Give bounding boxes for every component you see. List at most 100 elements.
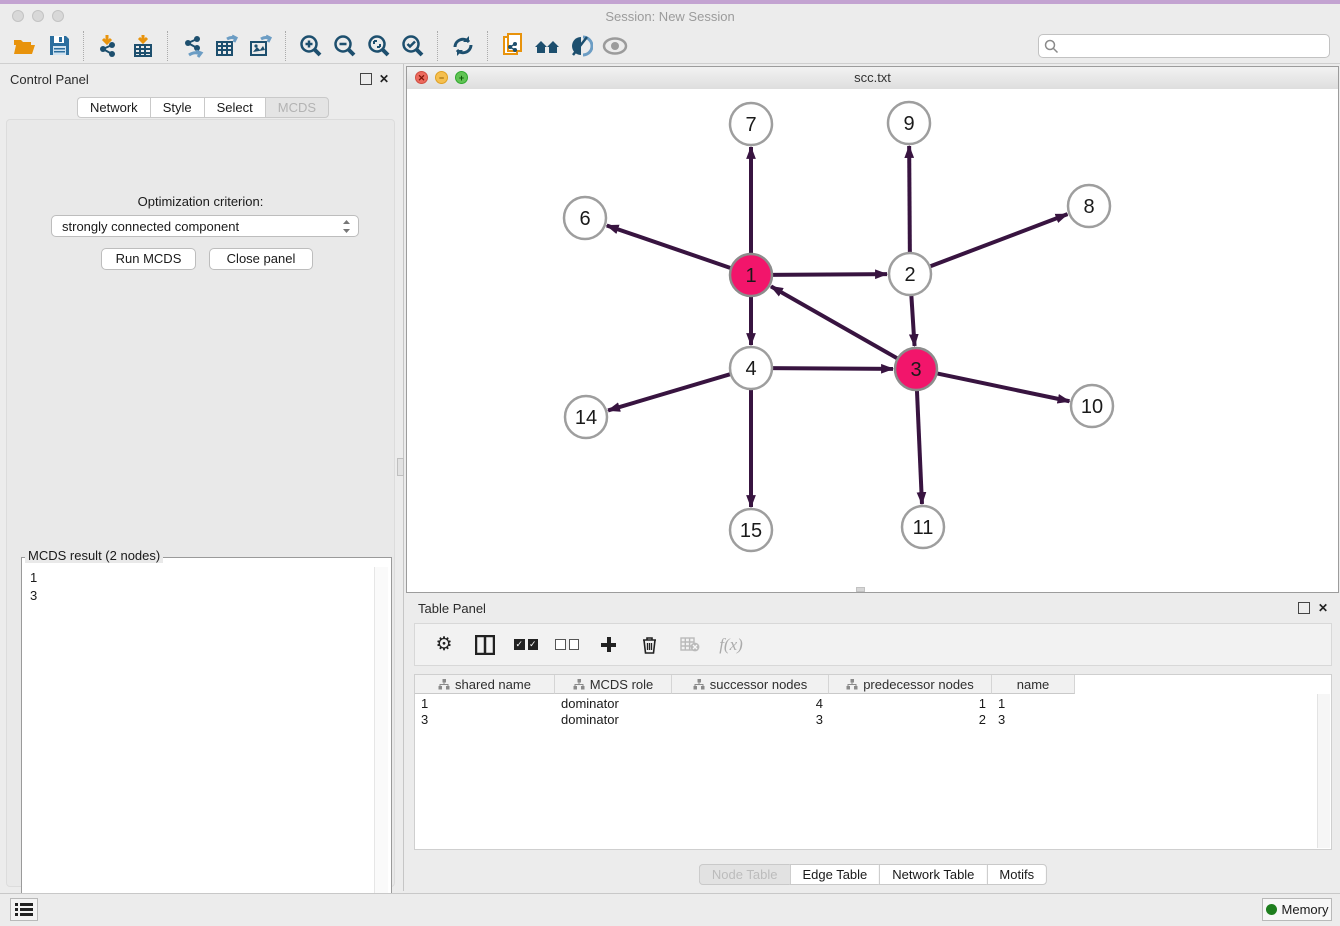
graph-node-label: 14	[575, 407, 597, 429]
control-panel-tabs: Network Style Select MCDS	[77, 97, 329, 118]
delete-icon[interactable]	[637, 633, 661, 657]
app-titlebar: Session: New Session	[0, 4, 1340, 28]
task-history-button[interactable]	[10, 898, 38, 921]
hide-selected-icon[interactable]	[564, 31, 598, 61]
import-table-icon[interactable]	[126, 31, 160, 61]
cell-mcds-role[interactable]: dominator	[555, 696, 672, 712]
graph-edge-1-2[interactable]	[770, 274, 887, 275]
tab-motifs[interactable]: Motifs	[986, 864, 1047, 885]
tab-mcds[interactable]: MCDS	[265, 97, 329, 118]
attribute-icon	[846, 679, 858, 690]
deselect-all-icon[interactable]	[555, 633, 579, 657]
zoom-selected-icon[interactable]	[396, 31, 430, 61]
application-window: Session: New Session	[0, 0, 1340, 926]
dropdown-value: strongly connected component	[62, 219, 239, 234]
cell-mcds-role[interactable]: dominator	[555, 712, 672, 728]
tab-style[interactable]: Style	[150, 97, 204, 118]
table-row[interactable]: 1 dominator 4 1 1	[415, 696, 1075, 712]
mcds-result-legend: MCDS result (2 nodes)	[25, 548, 163, 563]
graph-edge-3-1[interactable]	[771, 286, 900, 359]
tab-network-table[interactable]: Network Table	[879, 864, 986, 885]
panel-divider-grip[interactable]	[397, 458, 404, 476]
column-header-shared-name[interactable]: shared name	[415, 675, 555, 694]
search-field[interactable]	[1038, 34, 1330, 58]
cell-predecessor-nodes[interactable]: 1	[829, 696, 992, 712]
tab-edge-table[interactable]: Edge Table	[789, 864, 879, 885]
duplicate-network-icon[interactable]	[496, 31, 530, 61]
tab-network[interactable]: Network	[77, 97, 150, 118]
show-all-icon[interactable]	[598, 31, 632, 61]
column-header-predecessor-nodes[interactable]: predecessor nodes	[829, 675, 992, 694]
list-icon	[15, 902, 33, 917]
graph-edge-2-3[interactable]	[911, 293, 914, 346]
graph-edge-1-6[interactable]	[607, 225, 733, 268]
attribute-icon	[693, 679, 705, 690]
graph-edge-4-14[interactable]	[608, 373, 733, 410]
delete-column-icon[interactable]	[678, 633, 702, 657]
memory-button[interactable]: Memory	[1262, 898, 1332, 921]
column-header-mcds-role[interactable]: MCDS role	[555, 675, 672, 694]
cell-successor-nodes[interactable]: 3	[672, 712, 829, 728]
column-header-name[interactable]: name	[992, 675, 1075, 694]
run-mcds-button[interactable]: Run MCDS	[101, 248, 196, 270]
export-network-icon[interactable]	[176, 31, 210, 61]
network-canvas[interactable]: 1234678910111415	[407, 89, 1338, 592]
first-neighbors-icon[interactable]	[530, 31, 564, 61]
cell-shared-name[interactable]: 1	[415, 696, 555, 712]
optimization-criterion-label: Optimization criterion:	[7, 194, 394, 209]
memory-label: Memory	[1282, 902, 1329, 917]
refresh-icon[interactable]	[446, 31, 480, 61]
cell-name[interactable]: 1	[992, 696, 1075, 712]
function-icon[interactable]: f(x)	[719, 633, 743, 657]
open-session-icon[interactable]	[8, 31, 42, 61]
graph-node-label: 7	[745, 114, 756, 136]
import-network-icon[interactable]	[92, 31, 126, 61]
mcds-result-textarea[interactable]: 1 3	[21, 557, 392, 926]
attribute-icon	[438, 679, 450, 690]
zoom-out-icon[interactable]	[328, 31, 362, 61]
graph-edge-4-3[interactable]	[770, 368, 893, 369]
attribute-icon	[573, 679, 585, 690]
graph-node-label: 15	[740, 520, 762, 542]
table-panel: Table Panel ✕ ⚙ ✓✓ f(x) shar	[406, 595, 1340, 893]
horizontal-splitter-grip[interactable]	[856, 587, 865, 592]
mcds-result-group: MCDS result (2 nodes) 1 3	[21, 550, 392, 926]
search-icon	[1044, 39, 1059, 54]
save-session-icon[interactable]	[42, 31, 76, 61]
cell-name[interactable]: 3	[992, 712, 1075, 728]
gear-icon[interactable]: ⚙	[432, 633, 456, 657]
dropdown-arrows-icon	[341, 218, 352, 238]
column-icon[interactable]	[473, 633, 497, 657]
optimization-criterion-dropdown[interactable]: strongly connected component	[51, 215, 359, 237]
cell-predecessor-nodes[interactable]: 2	[829, 712, 992, 728]
graph-edge-3-10[interactable]	[935, 373, 1070, 401]
table-row[interactable]: 3 dominator 3 2 3	[415, 712, 1075, 728]
export-image-icon[interactable]	[244, 31, 278, 61]
graph-node-label: 11	[913, 517, 934, 539]
add-icon[interactable]	[596, 633, 620, 657]
tab-node-table[interactable]: Node Table	[699, 864, 790, 885]
graph-edge-2-9[interactable]	[909, 146, 910, 255]
column-header-successor-nodes[interactable]: successor nodes	[672, 675, 829, 694]
zoom-in-icon[interactable]	[294, 31, 328, 61]
zoom-fit-icon[interactable]	[362, 31, 396, 61]
result-scrollbar[interactable]	[374, 567, 388, 926]
main-toolbar	[0, 28, 1340, 64]
node-table: shared name MCDS role successor nodes pr…	[414, 674, 1332, 850]
graph-node-label: 2	[904, 264, 915, 286]
cell-shared-name[interactable]: 3	[415, 712, 555, 728]
network-window-titlebar[interactable]: ✕ − + scc.txt	[407, 67, 1338, 90]
close-panel-button[interactable]: Close panel	[209, 248, 313, 270]
select-all-icon[interactable]: ✓✓	[514, 633, 538, 657]
close-panel-icon[interactable]: ✕	[378, 73, 390, 85]
search-input[interactable]	[1063, 36, 1325, 56]
graph-edge-3-11[interactable]	[917, 388, 922, 504]
table-float-icon[interactable]	[1298, 602, 1310, 614]
cell-successor-nodes[interactable]: 4	[672, 696, 829, 712]
table-scrollbar[interactable]	[1317, 694, 1330, 848]
table-close-icon[interactable]: ✕	[1317, 602, 1329, 614]
export-table-icon[interactable]	[210, 31, 244, 61]
float-panel-icon[interactable]	[360, 73, 372, 85]
tab-select[interactable]: Select	[204, 97, 265, 118]
graph-edge-2-8[interactable]	[928, 214, 1068, 267]
